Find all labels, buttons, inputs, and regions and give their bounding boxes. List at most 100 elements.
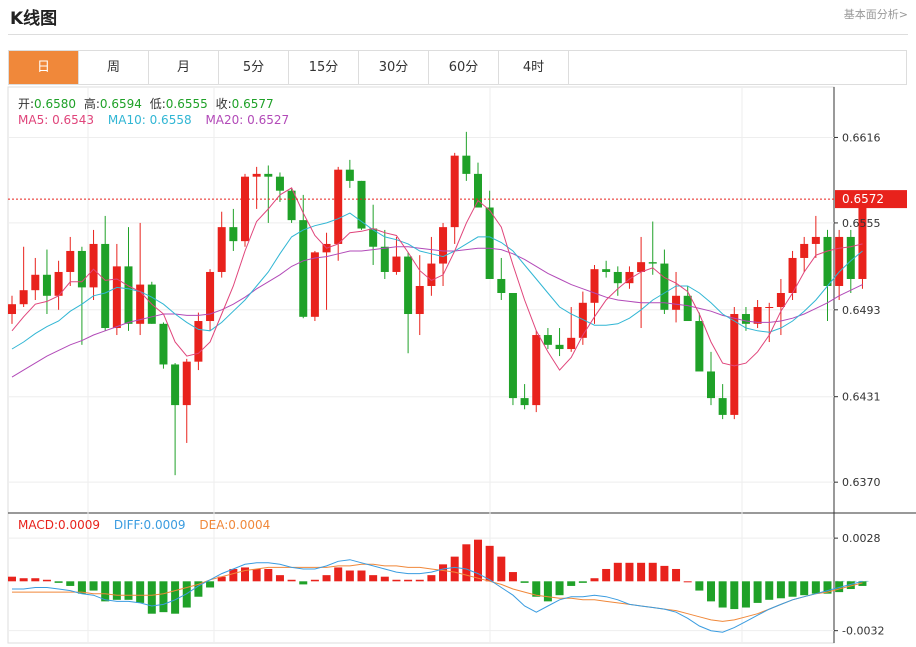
ma10-value: 0.6558 xyxy=(149,113,192,127)
macd-bar xyxy=(124,581,133,600)
macd-bar xyxy=(730,581,739,610)
price-tick-label: 0.6493 xyxy=(842,304,881,317)
macd-bar xyxy=(707,581,715,602)
macd-bar xyxy=(357,570,366,582)
candle-body xyxy=(532,335,541,406)
macd-bar xyxy=(322,575,331,582)
macd-panel xyxy=(8,539,869,633)
macd-bar xyxy=(334,567,343,582)
candle-body xyxy=(101,243,110,329)
macd-bar xyxy=(439,564,448,582)
axis-tick-labels: 0.6616 0.6555 0.6493 0.6431 0.6370 0.0028 -0.0… xyxy=(834,131,907,638)
candle-body xyxy=(800,243,809,258)
open-label: 开: xyxy=(18,97,35,111)
price-tick-label: 0.6616 xyxy=(842,131,881,144)
macd-bar xyxy=(800,581,809,596)
candle-body xyxy=(695,321,704,372)
candle-body xyxy=(89,243,98,288)
macd-bar xyxy=(159,581,168,613)
low-label: 低: xyxy=(149,97,166,111)
price-tick-label: 0.6431 xyxy=(842,391,881,404)
candle-body xyxy=(835,236,844,286)
ma5-label: MA5: xyxy=(18,113,49,127)
macd-bar xyxy=(287,579,296,582)
candle-body xyxy=(823,236,832,286)
candle-body xyxy=(590,269,599,303)
candle-body xyxy=(439,227,448,264)
macd-bar xyxy=(695,581,704,591)
macd-bar xyxy=(637,562,646,582)
macd-bar xyxy=(508,572,517,582)
candle-body xyxy=(707,371,715,399)
close-label: 收: xyxy=(215,97,232,111)
candle-body xyxy=(112,266,121,329)
macd-bar xyxy=(497,556,506,582)
macd-bar xyxy=(392,579,401,582)
candle-body xyxy=(683,295,692,322)
candle-body xyxy=(345,169,354,181)
candle-body xyxy=(264,173,273,177)
macd-bar xyxy=(112,581,121,600)
macd-bar xyxy=(8,576,16,582)
close-value: 0.6577 xyxy=(231,97,274,111)
candle-body xyxy=(450,155,459,228)
high-value: 0.6594 xyxy=(99,97,142,111)
candle-body xyxy=(334,169,343,244)
macd-bar xyxy=(450,556,459,582)
macd-bar xyxy=(275,575,284,582)
macd-bar xyxy=(590,578,599,582)
candle-body xyxy=(392,256,401,272)
macd-bar xyxy=(171,581,180,614)
candle-body xyxy=(299,220,308,317)
candle-body xyxy=(194,321,203,362)
candle-body xyxy=(485,207,494,279)
candle-body xyxy=(252,173,261,177)
candle-body xyxy=(811,236,820,244)
ma5-value: 0.6543 xyxy=(52,113,95,127)
macd-bar xyxy=(718,581,727,608)
macd-bar xyxy=(31,578,40,582)
candle-body xyxy=(858,201,867,279)
macd-bar xyxy=(310,579,319,582)
macd-bar xyxy=(765,581,774,600)
candle-body xyxy=(66,250,75,272)
macd-bar xyxy=(602,568,611,582)
candle-body xyxy=(543,335,552,345)
candle-body xyxy=(124,266,133,324)
macd-bar xyxy=(427,575,436,582)
candle-body xyxy=(182,361,191,406)
candle-body xyxy=(462,155,471,174)
macd-tick-label: -0.0032 xyxy=(842,625,884,638)
candles xyxy=(8,131,867,476)
diff-label: DIFF: xyxy=(113,518,144,532)
chart-grid xyxy=(7,86,916,644)
macd-bar xyxy=(299,581,308,585)
macd-bar xyxy=(625,562,634,582)
candle-body xyxy=(380,246,389,272)
macd-bar xyxy=(660,565,669,582)
macd-bar xyxy=(672,568,681,582)
candle-body xyxy=(310,252,319,317)
macd-bar xyxy=(380,576,389,582)
candle-body xyxy=(520,398,529,406)
ma20-value: 0.6527 xyxy=(247,113,290,127)
candle-body xyxy=(753,307,762,324)
macd-bar xyxy=(404,579,413,582)
ma20-label: MA20: xyxy=(205,113,244,127)
macd-bar xyxy=(229,568,238,582)
low-value: 0.6555 xyxy=(165,97,208,111)
macd-bar xyxy=(136,581,145,603)
macd-tick-label: 0.0028 xyxy=(842,532,881,545)
candle-body xyxy=(229,227,238,242)
candle-body xyxy=(31,274,40,291)
candle-body xyxy=(508,292,517,399)
macd-bar xyxy=(776,581,785,599)
candle-body xyxy=(497,278,506,293)
macd-bar xyxy=(485,545,494,582)
candle-body xyxy=(765,307,774,309)
candle-body xyxy=(19,290,28,305)
macd-bar xyxy=(19,578,28,582)
chart-frame xyxy=(7,86,835,644)
candle-body xyxy=(8,304,16,315)
candle-body xyxy=(730,314,739,415)
